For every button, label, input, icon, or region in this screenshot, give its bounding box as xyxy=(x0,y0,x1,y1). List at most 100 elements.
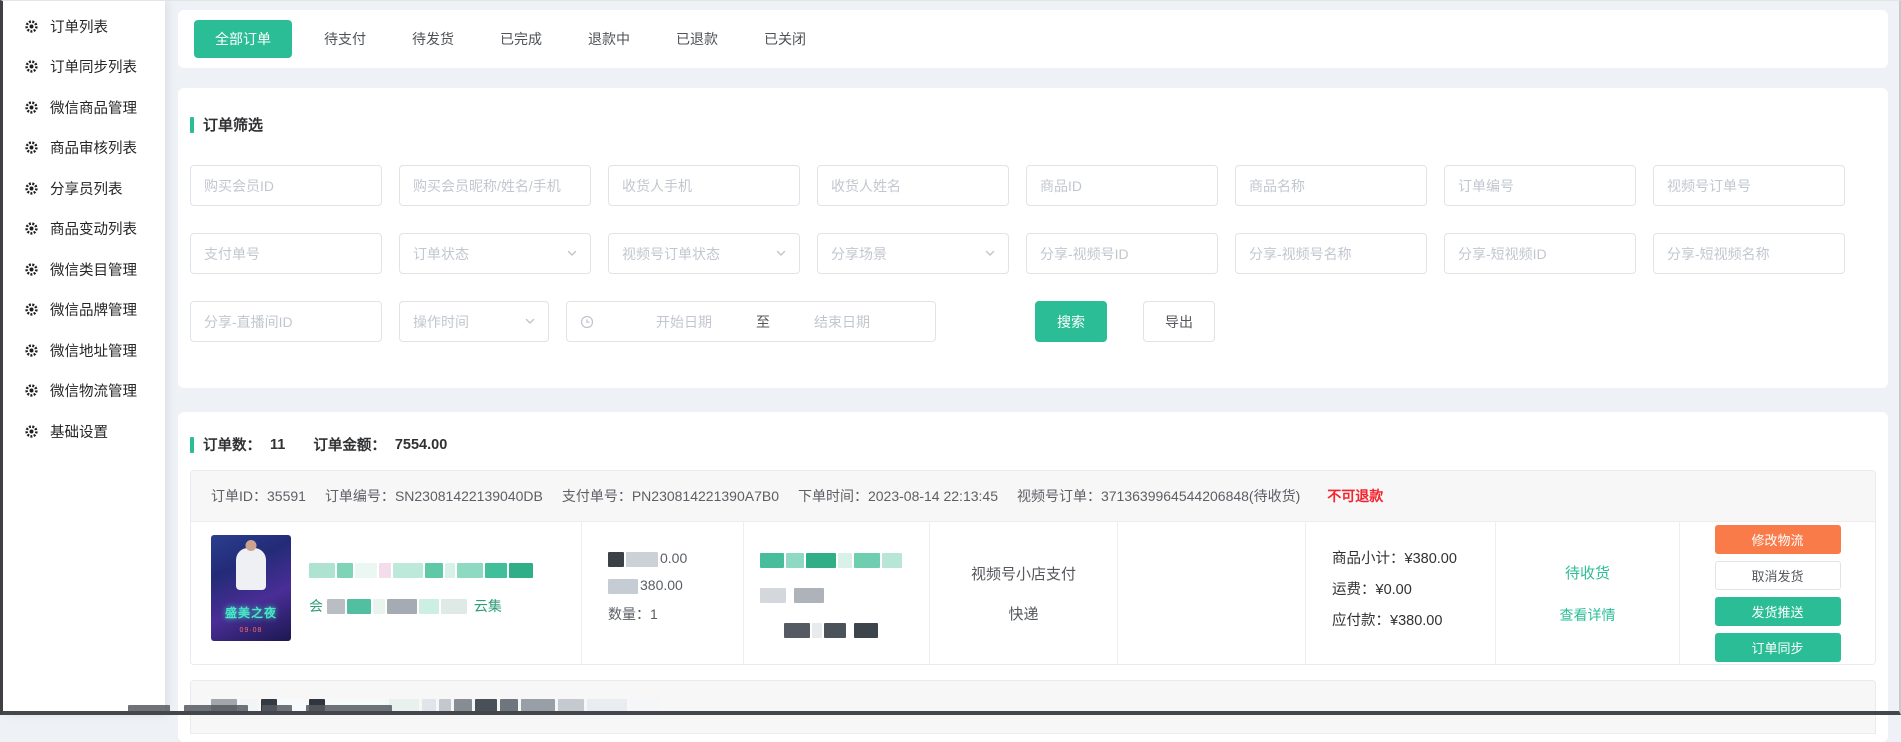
view-detail-link[interactable]: 查看详情 xyxy=(1560,605,1616,625)
payment-method: 视频号小店支付 xyxy=(971,563,1076,584)
order-count-label: 订单数： xyxy=(203,434,261,455)
tab-pending-shipment[interactable]: 待发货 xyxy=(412,29,454,49)
sidebar-item-sharer-list[interactable]: 分享员列表 xyxy=(3,168,165,209)
order-actions-column: 修改物流 取消发货 发货推送 订单同步 xyxy=(1679,522,1875,664)
share-video-id-input[interactable] xyxy=(1444,233,1636,274)
sidebar-item-basic-settings[interactable]: 基础设置 xyxy=(3,411,165,452)
order-no-input[interactable] xyxy=(1444,165,1636,206)
tab-completed[interactable]: 已完成 xyxy=(500,29,542,49)
tab-all-orders[interactable]: 全部订单 xyxy=(194,20,292,58)
order-status-badge: 待收货 xyxy=(1565,562,1610,583)
sidebar-item-label: 分享员列表 xyxy=(50,178,123,199)
order-sync-button[interactable]: 订单同步 xyxy=(1715,633,1841,662)
sidebar-item-goods-review[interactable]: 商品审核列表 xyxy=(3,128,165,169)
order-time-value: 2023-08-14 22:13:45 xyxy=(868,488,998,504)
payable-label: 应付款： xyxy=(1332,613,1390,629)
share-liveroom-id-input[interactable] xyxy=(190,301,382,342)
total-price-tail: 380.00 xyxy=(640,577,683,593)
sidebar-item-label: 微信地址管理 xyxy=(50,340,137,361)
order-card-body: 盛美之夜 09·08 会 云集 0 xyxy=(191,522,1875,664)
share-channels-id-input[interactable] xyxy=(1026,233,1218,274)
delivery-method: 快递 xyxy=(1008,603,1038,624)
tab-refunding[interactable]: 退款中 xyxy=(588,29,630,49)
channels-order-status-select[interactable]: 视频号订单状态 xyxy=(608,233,800,274)
payment-no-input[interactable] xyxy=(190,233,382,274)
start-date-placeholder[interactable]: 开始日期 xyxy=(656,312,712,332)
share-channels-name-input[interactable] xyxy=(1235,233,1427,274)
product-image[interactable]: 盛美之夜 09·08 xyxy=(211,535,291,641)
sidebar-item-order-sync-list[interactable]: 订单同步列表 xyxy=(3,47,165,88)
product-title-suffix: 云集 xyxy=(474,598,502,614)
sidebar-item-label: 订单列表 xyxy=(50,16,108,37)
gear-icon xyxy=(24,19,39,34)
channels-order-no-input[interactable] xyxy=(1653,165,1845,206)
sidebar-item-order-list[interactable]: 订单列表 xyxy=(3,6,165,47)
tab-refunded[interactable]: 已退款 xyxy=(676,29,718,49)
poster-footer-text: 09·08 xyxy=(211,627,291,634)
sidebar-item-label: 微信类目管理 xyxy=(50,259,137,280)
sidebar-item-goods-change-list[interactable]: 商品变动列表 xyxy=(3,209,165,250)
shipment-push-button[interactable]: 发货推送 xyxy=(1715,597,1841,626)
sidebar-item-label: 商品变动列表 xyxy=(50,218,137,239)
export-button[interactable]: 导出 xyxy=(1143,301,1215,342)
cancel-shipment-button[interactable]: 取消发货 xyxy=(1715,561,1841,590)
order-amount-value: 7554.00 xyxy=(395,437,447,453)
no-refund-badge: 不可退款 xyxy=(1327,486,1383,506)
tab-pending-payment[interactable]: 待支付 xyxy=(324,29,366,49)
subtotal-value: ¥380.00 xyxy=(1405,551,1457,567)
sidebar-item-label: 商品审核列表 xyxy=(50,137,137,158)
order-card: 订单ID：35591 订单编号：SN23081422139040DB 支付单号：… xyxy=(190,470,1876,665)
order-totals-column: 商品小计：¥380.00 运费：¥0.00 应付款：¥380.00 xyxy=(1305,522,1495,664)
buyer-member-id-input[interactable] xyxy=(190,165,382,206)
order-card-header-censored xyxy=(191,681,1875,734)
order-status-tabs: 全部订单 待支付 待发货 已完成 退款中 已退款 已关闭 xyxy=(178,10,1888,68)
product-column: 盛美之夜 09·08 会 云集 xyxy=(191,522,581,664)
sidebar-item-wechat-logistics[interactable]: 微信物流管理 xyxy=(3,371,165,412)
goods-id-input[interactable] xyxy=(1026,165,1218,206)
chevron-down-icon xyxy=(524,314,536,330)
gear-icon xyxy=(24,302,39,317)
operate-time-select[interactable]: 操作时间 xyxy=(399,301,549,342)
gear-icon xyxy=(24,262,39,277)
tab-closed[interactable]: 已关闭 xyxy=(764,29,806,49)
select-placeholder: 视频号订单状态 xyxy=(622,244,720,264)
date-range-picker[interactable]: 开始日期 至 结束日期 xyxy=(566,301,936,342)
filter-row-3: 操作时间 开始日期 至 结束日期 搜索 导出 xyxy=(190,301,1888,342)
chevron-down-icon xyxy=(566,246,578,262)
cropped-bottom-text xyxy=(128,705,392,714)
sidebar-item-wechat-category[interactable]: 微信类目管理 xyxy=(3,249,165,290)
receiver-name-input[interactable] xyxy=(817,165,1009,206)
share-scene-select[interactable]: 分享场景 xyxy=(817,233,1009,274)
order-filter-panel: 订单筛选 订单状态 视频号订单状态 分享场景 xyxy=(178,88,1888,388)
quantity-line: 数量：1 xyxy=(608,604,743,631)
select-placeholder: 订单状态 xyxy=(413,244,469,264)
censored-text-line xyxy=(760,622,929,640)
order-status-select[interactable]: 订单状态 xyxy=(399,233,591,274)
shipping-fee-value: ¥0.00 xyxy=(1376,582,1412,598)
sidebar-item-wechat-goods[interactable]: 微信商品管理 xyxy=(3,87,165,128)
gear-icon xyxy=(24,424,39,439)
sidebar-item-label: 微信品牌管理 xyxy=(50,299,137,320)
end-date-placeholder[interactable]: 结束日期 xyxy=(814,312,870,332)
censored-text-line xyxy=(760,587,929,605)
poster-figure xyxy=(236,548,266,590)
gear-icon xyxy=(24,59,39,74)
section-accent-bar xyxy=(190,117,194,133)
order-status-column: 待收货 查看详情 xyxy=(1495,522,1679,664)
modify-logistics-button[interactable]: 修改物流 xyxy=(1715,525,1841,554)
payment-method-column: 视频号小店支付 快递 xyxy=(929,522,1117,664)
censored-text-line: 会 云集 xyxy=(309,596,535,616)
payable-value: ¥380.00 xyxy=(1390,613,1442,629)
quantity-value: 1 xyxy=(650,606,658,622)
date-separator: 至 xyxy=(756,312,770,332)
sidebar-item-label: 微信商品管理 xyxy=(50,97,137,118)
share-video-name-input[interactable] xyxy=(1653,233,1845,274)
filter-title-text: 订单筛选 xyxy=(203,114,263,135)
buyer-member-name-input[interactable] xyxy=(399,165,591,206)
search-button[interactable]: 搜索 xyxy=(1035,301,1107,342)
goods-name-input[interactable] xyxy=(1235,165,1427,206)
sidebar-item-wechat-brand[interactable]: 微信品牌管理 xyxy=(3,290,165,331)
order-card-partial xyxy=(190,680,1876,734)
sidebar-item-wechat-address[interactable]: 微信地址管理 xyxy=(3,330,165,371)
receiver-phone-input[interactable] xyxy=(608,165,800,206)
